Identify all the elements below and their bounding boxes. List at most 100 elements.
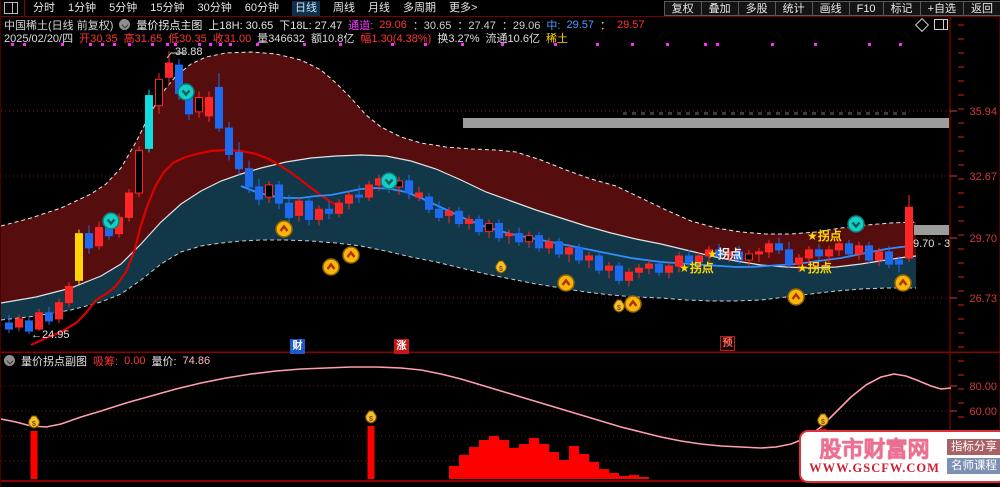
candle [65, 282, 73, 307]
sub-chart-header: 量价拐点副图 吸筹: 0.00 量价: 74.86 [4, 354, 210, 368]
volume-hist-bar [639, 477, 649, 479]
sell-marker-icon [177, 83, 195, 101]
menu-tool-6[interactable]: 标记 [882, 0, 920, 16]
ghost-mark [749, 112, 753, 115]
chart-tag-0: 财 [290, 339, 305, 354]
window-icon[interactable] [934, 19, 948, 30]
menu-tool-0[interactable]: 复权 [663, 0, 701, 16]
watermark-title: 股市财富网 [819, 436, 930, 462]
volume-hist-bar [489, 436, 499, 479]
ghost-mark [668, 112, 672, 115]
top-menu-bar: 分时 1分钟 5分钟 15分钟 30分钟 60分钟 日线 周线 月线 多周期 更多> 复权 叠加 多股统… [1, 0, 1000, 17]
token: 收31.00 [212, 32, 252, 45]
ghost-mark [722, 112, 726, 115]
period-menu: 分时 1分钟 5分钟 15分钟 30分钟 60分钟 日线 周线 月线 多周期 更多> [24, 0, 477, 16]
axis-tick-strip [958, 276, 964, 278]
watermark-badges: 指标分享 名师课程 [947, 439, 1000, 474]
signal-dot [814, 43, 817, 46]
ghost-mark [650, 112, 654, 115]
menu-tool-8[interactable]: 返回 [963, 0, 1000, 16]
sell-marker-icon [102, 212, 120, 230]
menu-period-2[interactable]: 5分钟 [109, 1, 137, 16]
axis-tick-strip [958, 24, 964, 26]
ghost-mark [704, 112, 708, 115]
menu-period-6[interactable]: 日线 [292, 0, 320, 16]
menu-period-4[interactable]: 30分钟 [198, 1, 232, 16]
ghost-mark [794, 112, 798, 115]
token: 吸筹: [93, 355, 119, 368]
chart-canvas[interactable]: $$★拐点★拐点★拐点★拐点38.88←24.959.70 - 335.9432… [1, 0, 1000, 487]
volume-hist-bar [499, 440, 509, 479]
menu-period-1[interactable]: 1分钟 [68, 1, 96, 16]
menu-tool-1[interactable]: 叠加 [700, 0, 738, 16]
ghost-mark [884, 112, 888, 115]
header-corner-icons [914, 17, 948, 32]
axis-tick-strip [958, 290, 964, 292]
volume-hist-bar [589, 462, 599, 479]
signal-dot [771, 43, 774, 46]
volume-hist-bar [559, 460, 569, 479]
watermark-badge-1: 名师课程 [947, 458, 1000, 474]
candle [55, 298, 63, 323]
trading-app-window: 分时 1分钟 5分钟 15分钟 30分钟 60分钟 日线 周线 月线 多周期 更多> 复权 叠加 多股统… [0, 0, 1000, 487]
ghost-mark [875, 112, 879, 115]
chevron-down-circle-icon[interactable] [4, 355, 15, 366]
diamond-icon[interactable] [914, 17, 930, 32]
menu-period-7[interactable]: 周线 [333, 1, 355, 16]
axis-tick-strip [958, 136, 964, 138]
menu-period-8[interactable]: 月线 [368, 1, 390, 16]
gray-band-bar [914, 225, 949, 235]
ghost-mark [902, 112, 906, 115]
menu-period-5[interactable]: 60分钟 [245, 1, 279, 16]
axis-tick-strip [958, 374, 964, 376]
axis-tick-strip [958, 94, 964, 96]
signal-dot [596, 43, 599, 46]
ghost-mark [641, 112, 645, 115]
menu-tool-4[interactable]: 画线 [811, 0, 849, 16]
menu-tool-5[interactable]: F10 [848, 0, 883, 16]
svg-text:$: $ [821, 419, 825, 426]
layout-split-icon[interactable] [4, 2, 18, 14]
token: 换3.27% [437, 32, 480, 45]
token: 稀土 [545, 32, 568, 45]
menu-period-10[interactable]: 更多> [449, 1, 477, 16]
volume-hist-bar [599, 469, 609, 479]
menu-period-0[interactable]: 分时 [33, 1, 55, 16]
token: 2025/02/20/四 [4, 32, 74, 45]
axis-tick-strip [958, 178, 964, 180]
ghost-mark [830, 112, 834, 115]
candle [125, 188, 133, 222]
buy-marker-icon [275, 220, 293, 238]
sell-marker-icon [847, 215, 865, 233]
money-bag-icon: $ [28, 415, 40, 429]
ghost-mark [812, 112, 816, 115]
menu-tool-7[interactable]: +自选 [919, 0, 963, 16]
signal-dot [899, 43, 902, 46]
ghost-mark [848, 112, 852, 115]
axis-tick-strip [958, 234, 964, 236]
ghost-mark [695, 112, 699, 115]
menu-tool-3[interactable]: 统计 [774, 0, 812, 16]
buy-marker-icon [342, 246, 360, 264]
volume-hist-bar [609, 473, 619, 479]
chevron-down-circle-icon[interactable] [119, 19, 131, 30]
axis-tick-strip [958, 52, 964, 54]
token: 量价: [151, 355, 177, 368]
ghost-mark [632, 112, 636, 115]
menu-period-9[interactable]: 多周期 [403, 1, 436, 16]
candle [135, 146, 143, 198]
menu-period-3[interactable]: 15分钟 [150, 1, 184, 16]
token: 量价拐点副图 [21, 355, 87, 368]
menu-tool-2[interactable]: 多股 [737, 0, 775, 16]
axis-tick-strip [958, 164, 964, 166]
signal-dot [704, 43, 707, 46]
token: ： [600, 19, 611, 32]
candle [165, 51, 173, 86]
signal-dot [716, 43, 719, 46]
axis-tick-strip [958, 402, 964, 404]
watermark-box: 股市财富网 WWW.GSCFW.COM 指标分享 名师课程 [799, 430, 1000, 483]
axis-tick-strip [958, 304, 964, 306]
ghost-mark [866, 112, 870, 115]
ghost-mark [767, 112, 771, 115]
ghost-mark [686, 112, 690, 115]
